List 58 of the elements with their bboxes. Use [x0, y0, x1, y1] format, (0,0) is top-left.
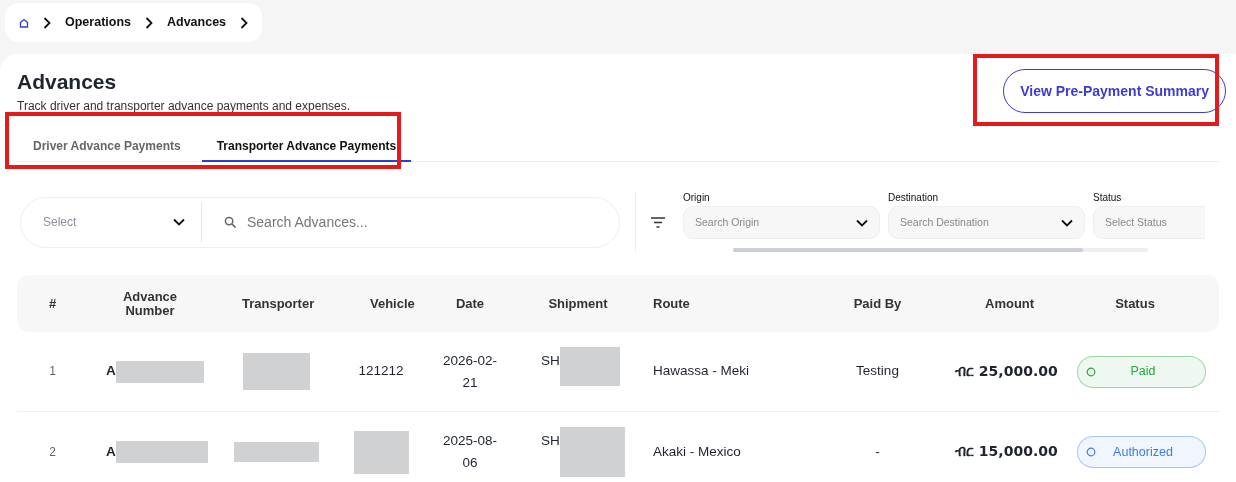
filter-label: Status	[1093, 191, 1122, 205]
table-cell: -	[875, 443, 880, 459]
breadcrumb-link[interactable]: Advances	[167, 13, 227, 32]
search-field[interactable]: Search Advances...	[247, 211, 547, 233]
chevron-right-icon	[240, 16, 249, 29]
column-header: Shipment	[548, 295, 608, 311]
column-header: Status	[1115, 295, 1155, 311]
redaction-block	[559, 427, 625, 477]
summary-button[interactable]: View Pre-Payment Summary	[1003, 69, 1226, 113]
chevron-right-icon	[145, 16, 153, 29]
filter-label: Destination	[888, 191, 939, 205]
table-cell-text: 121212	[358, 362, 404, 381]
redaction-block	[353, 430, 409, 474]
select-field[interactable]: Select Status	[1093, 206, 1205, 239]
column-header: Vehicle	[370, 295, 415, 311]
type-select[interactable]: Select	[21, 197, 201, 247]
table-cell: Akaki - Mexico	[653, 443, 741, 459]
breadcrumb-link[interactable]: Operations	[65, 13, 131, 32]
table-cell: Hawassa - Meki	[653, 363, 750, 379]
redaction-block	[559, 346, 620, 386]
chevron-down-icon	[1061, 218, 1073, 227]
table-cell-text: SH	[541, 432, 560, 450]
table-cell-text: 2025-08-06	[441, 432, 498, 472]
dropdown-field[interactable]: Search Origin	[683, 206, 880, 239]
chevron-down-icon	[856, 218, 868, 227]
page-subtitle: Track driver and transporter advance payments and expenses.	[17, 98, 351, 115]
circle-icon	[1085, 366, 1096, 377]
chevron-right-icon	[43, 16, 51, 29]
page-title: Advances	[17, 69, 118, 95]
redaction-block	[242, 353, 310, 390]
status-badge: Authorized	[1076, 436, 1206, 468]
circle-icon	[1085, 447, 1096, 457]
table-cell-text: A	[106, 362, 116, 381]
column-header: Amount	[985, 295, 1035, 311]
tab[interactable]: Transporter Advance Payments	[201, 131, 412, 162]
table-cell: Testing	[856, 363, 899, 379]
dropdown-field[interactable]: Search Destination	[888, 206, 1085, 239]
table-cell: ብር 25,000.00	[955, 362, 1058, 379]
home-icon[interactable]	[19, 17, 29, 28]
column-header: Transporter	[242, 295, 315, 311]
table-cell-text: A	[106, 442, 116, 461]
search-icon	[224, 215, 237, 229]
status-badge: Paid	[1076, 355, 1206, 388]
filter-icon[interactable]	[651, 216, 665, 228]
table-cell: 1	[49, 364, 56, 379]
table-cell-text: 2026-02-21	[441, 351, 498, 392]
column-header: Paid By	[853, 295, 902, 311]
column-header: Advance Number	[122, 288, 178, 318]
chevron-down-icon	[173, 218, 185, 226]
scrollbar[interactable]	[733, 248, 1148, 252]
filter-label: Origin	[683, 191, 710, 205]
column-header: Date	[455, 295, 485, 311]
tab[interactable]: Driver Advance Payments	[26, 131, 188, 162]
table-cell-text: SH	[541, 351, 560, 370]
table-cell: ብር 15,000.00	[955, 443, 1058, 460]
table-cell: 2	[49, 444, 56, 459]
column-header: #	[48, 295, 57, 311]
column-header: Route	[653, 295, 690, 311]
